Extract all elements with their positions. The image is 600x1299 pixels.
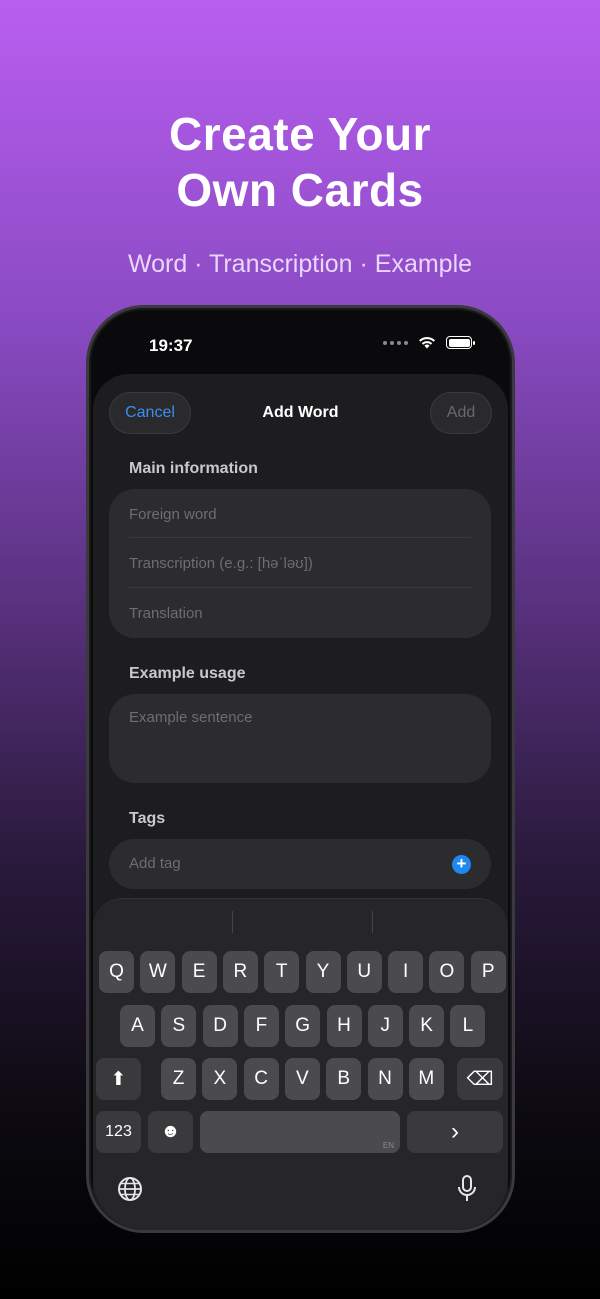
suggestion-separator	[232, 911, 233, 933]
tags-label: Tags	[129, 810, 166, 827]
key-n[interactable]: N	[367, 1058, 403, 1100]
keyboard: QWERTYUIOP ASDFGHJKL ZXCVBNM ⬆ ⌫ 123 ☻ E…	[93, 898, 508, 1230]
key-p[interactable]: P	[470, 951, 506, 993]
key-f[interactable]: F	[243, 1005, 279, 1047]
key-l[interactable]: L	[450, 1005, 486, 1047]
key-t[interactable]: T	[264, 951, 300, 993]
emoji-icon: ☻	[160, 1121, 181, 1142]
key-i[interactable]: I	[388, 951, 424, 993]
promo-title-line2: Own Cards	[176, 164, 424, 216]
emoji-key[interactable]: ☻	[148, 1111, 193, 1153]
key-x[interactable]: X	[202, 1058, 238, 1100]
key-h[interactable]: H	[326, 1005, 362, 1047]
delete-key[interactable]: ⌫	[457, 1058, 503, 1100]
shift-key[interactable]: ⬆	[96, 1058, 141, 1100]
status-time: 19:37	[149, 336, 193, 355]
key-j[interactable]: J	[367, 1005, 403, 1047]
divider	[129, 587, 471, 588]
key-r[interactable]: R	[222, 951, 258, 993]
status-bar: 19:37	[89, 308, 512, 374]
key-o[interactable]: O	[429, 951, 465, 993]
keyboard-language-label: EN	[382, 1141, 394, 1150]
add-button[interactable]: Add	[430, 392, 492, 434]
delete-icon: ⌫	[466, 1068, 494, 1090]
signal-dots-icon	[383, 340, 408, 345]
example-usage-card: Example sentence	[109, 694, 491, 783]
key-s[interactable]: S	[161, 1005, 197, 1047]
add-tag-field[interactable]: Add tag	[129, 855, 181, 872]
microphone-icon[interactable]	[457, 1175, 477, 1203]
key-e[interactable]: E	[181, 951, 217, 993]
example-usage-label: Example usage	[129, 665, 246, 682]
return-icon: ›	[451, 1118, 459, 1145]
key-k[interactable]: K	[409, 1005, 445, 1047]
suggestion-separator	[372, 911, 373, 933]
key-z[interactable]: Z	[161, 1058, 196, 1100]
return-key[interactable]: ›	[407, 1111, 503, 1153]
main-information-label: Main information	[129, 460, 258, 477]
phone-frame: 19:37 Cancel Add Word Add Main informati…	[86, 305, 515, 1233]
key-y[interactable]: Y	[305, 951, 341, 993]
add-tag-plus-icon[interactable]: +	[452, 855, 471, 874]
key-u[interactable]: U	[346, 951, 382, 993]
numbers-key[interactable]: 123	[96, 1111, 141, 1153]
shift-icon: ⬆	[110, 1068, 127, 1090]
translation-field[interactable]: Translation	[129, 605, 203, 622]
battery-icon	[446, 336, 475, 349]
key-w[interactable]: W	[140, 951, 176, 993]
tags-card: Add tag +	[109, 839, 491, 889]
key-v[interactable]: V	[284, 1058, 320, 1100]
space-bar[interactable]: EN	[200, 1111, 400, 1153]
foreign-word-field[interactable]: Foreign word	[129, 506, 217, 523]
divider	[129, 537, 471, 538]
wifi-icon	[419, 337, 435, 349]
key-q[interactable]: Q	[99, 951, 134, 993]
key-d[interactable]: D	[202, 1005, 238, 1047]
key-m[interactable]: M	[408, 1058, 444, 1100]
example-sentence-field[interactable]: Example sentence	[129, 709, 252, 726]
key-b[interactable]: B	[326, 1058, 362, 1100]
main-information-card: Foreign word Transcription (e.g.: [həˈlə…	[109, 489, 491, 638]
globe-icon[interactable]	[117, 1176, 143, 1202]
promo-title: Create Your Own Cards	[0, 106, 600, 218]
key-c[interactable]: C	[243, 1058, 279, 1100]
key-g[interactable]: G	[285, 1005, 321, 1047]
transcription-field[interactable]: Transcription (e.g.: [həˈləʊ])	[129, 555, 313, 572]
status-icons	[383, 336, 475, 349]
key-a[interactable]: A	[120, 1005, 155, 1047]
promo-title-line1: Create Your	[168, 108, 431, 160]
promo-subtitle: Word · Transcription · Example	[127, 250, 473, 278]
